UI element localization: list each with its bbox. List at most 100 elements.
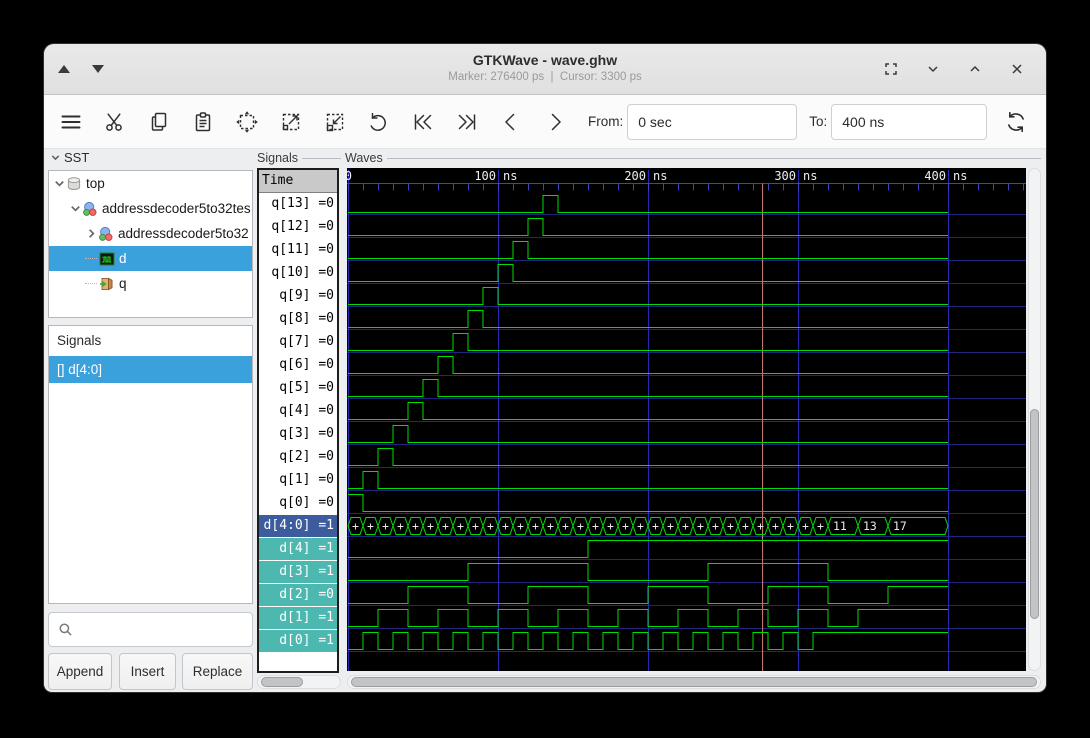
fast-backward-icon [410, 110, 436, 134]
tree-item-q[interactable]: q [49, 271, 252, 296]
cut-icon [103, 110, 127, 134]
tree-connector [85, 283, 97, 285]
bus-value-label: + [652, 519, 659, 533]
insert-button[interactable]: Insert [119, 653, 176, 690]
signal-name-row[interactable]: q[7] =0 [259, 331, 337, 354]
signal-name-row[interactable]: d[4] =1 [259, 538, 337, 561]
signal-name-row[interactable]: q[12] =0 [259, 216, 337, 239]
zoom-fit-button[interactable] [230, 105, 264, 139]
scroll-up-button[interactable] [58, 65, 70, 73]
zoom-out-button[interactable] [318, 105, 352, 139]
reload-icon [1003, 109, 1029, 135]
timeline-tick-label: 200 [624, 169, 646, 183]
chevron-down-icon[interactable] [53, 177, 66, 190]
bus-value-label: + [712, 519, 719, 533]
chevron-right-icon[interactable] [85, 227, 98, 240]
close-button[interactable] [1004, 56, 1030, 82]
waves-vscrollbar-thumb[interactable] [1030, 409, 1039, 619]
chevron-down-icon [925, 61, 941, 77]
signal-name-row[interactable]: d[1] =1 [259, 607, 337, 630]
bus-value-label: + [382, 519, 389, 533]
fullscreen-button[interactable] [878, 56, 904, 82]
signal-names-panel: Time q[13] =0q[12] =0q[11] =0q[10] =0q[9… [257, 168, 339, 673]
signal-name-row[interactable]: q[2] =0 [259, 446, 337, 469]
bus-value-label: 11 [833, 519, 847, 533]
wave-canvas[interactable]: 0100ns200ns300ns400ns+++++++++++++++++++… [347, 168, 1026, 671]
scroll-down-button[interactable] [92, 65, 104, 73]
bus-value-label: + [427, 519, 434, 533]
gtkwave-window: GTKWave - wave.ghw Marker: 276400 ps | C… [44, 44, 1046, 692]
to-input[interactable] [831, 104, 987, 140]
tree-item-label: top [86, 176, 105, 191]
scope-top-icon [66, 176, 82, 192]
menu-button[interactable] [54, 105, 88, 139]
append-button[interactable]: Append [48, 653, 112, 690]
names-hscrollbar[interactable] [257, 675, 341, 689]
signal-name-rows: q[13] =0q[12] =0q[11] =0q[10] =0q[9] =0q… [259, 193, 337, 653]
waves-hscrollbar-thumb[interactable] [351, 677, 1037, 687]
bus-value-label: + [787, 519, 794, 533]
signal-name-row[interactable]: d[4:0] =1 [259, 515, 337, 538]
copy-icon [147, 110, 171, 134]
waves-hscrollbar[interactable] [347, 675, 1041, 689]
signal-name-row[interactable]: d[3] =1 [259, 561, 337, 584]
signal-name-row[interactable]: q[8] =0 [259, 308, 337, 331]
step-forward-button[interactable] [538, 105, 572, 139]
signal-name-row[interactable]: q[0] =0 [259, 492, 337, 515]
undo-button[interactable] [362, 105, 396, 139]
signals-list-item[interactable]: [] d[4:0] [49, 356, 252, 383]
signal-name-row[interactable]: q[4] =0 [259, 400, 337, 423]
signal-name-row[interactable]: q[13] =0 [259, 193, 337, 216]
replace-button[interactable]: Replace [182, 653, 253, 690]
signal-name-row[interactable]: q[6] =0 [259, 354, 337, 377]
search-input[interactable] [79, 612, 259, 647]
waves-vscrollbar[interactable] [1028, 168, 1041, 671]
module-icon [98, 226, 114, 242]
signal-name-row[interactable]: q[1] =0 [259, 469, 337, 492]
signals-frame-label: Signals [257, 151, 298, 166]
zoom-in-button[interactable] [274, 105, 308, 139]
names-hscrollbar-thumb[interactable] [261, 677, 303, 687]
sst-expander[interactable]: SST [50, 150, 89, 165]
step-forward-icon [543, 110, 567, 134]
copy-button[interactable] [142, 105, 176, 139]
wave-row[interactable] [348, 610, 948, 627]
tree-item-label: q [119, 276, 127, 291]
signal-name-row[interactable]: d[0] =1 [259, 630, 337, 653]
signal-name-row[interactable]: q[3] =0 [259, 423, 337, 446]
step-back-button[interactable] [494, 105, 528, 139]
paste-button[interactable] [186, 105, 220, 139]
reload-button[interactable] [999, 105, 1033, 139]
from-label: From: [588, 114, 623, 129]
signal-name-row[interactable]: q[5] =0 [259, 377, 337, 400]
signal-name-row[interactable]: q[9] =0 [259, 285, 337, 308]
signal-name-row[interactable]: q[11] =0 [259, 239, 337, 262]
toolbar: From: To: [44, 95, 1046, 149]
timeline-tick-label: 300 [774, 169, 796, 183]
cut-button[interactable] [98, 105, 132, 139]
close-icon [1009, 61, 1025, 77]
signal-port-icon [99, 276, 115, 292]
bus-value-label: + [622, 519, 629, 533]
tree-item-addressdecoder5to32[interactable]: addressdecoder5to32 [49, 221, 252, 246]
search-box [48, 612, 253, 647]
bus-value-label: + [442, 519, 449, 533]
fast-backward-button[interactable] [406, 105, 440, 139]
bus-value-label: + [517, 519, 524, 533]
unmaximize-button[interactable] [920, 56, 946, 82]
tree-item-d[interactable]: d [49, 246, 252, 271]
time-header: Time [259, 170, 337, 193]
from-input[interactable] [627, 104, 797, 140]
zoom-out-icon [323, 110, 347, 134]
chevron-down-icon [50, 152, 61, 163]
signal-name-row[interactable]: q[10] =0 [259, 262, 337, 285]
fast-forward-button[interactable] [450, 105, 484, 139]
signal-name-row[interactable]: d[2] =0 [259, 584, 337, 607]
bus-value-label: + [577, 519, 584, 533]
svg-text:ns: ns [503, 169, 517, 183]
svg-text:ns: ns [653, 169, 667, 183]
chevron-down-icon[interactable] [69, 202, 82, 215]
maximize-button[interactable] [962, 56, 988, 82]
tree-item-addressdecoder5to32tes[interactable]: addressdecoder5to32tes [49, 196, 252, 221]
tree-item-top[interactable]: top [49, 171, 252, 196]
